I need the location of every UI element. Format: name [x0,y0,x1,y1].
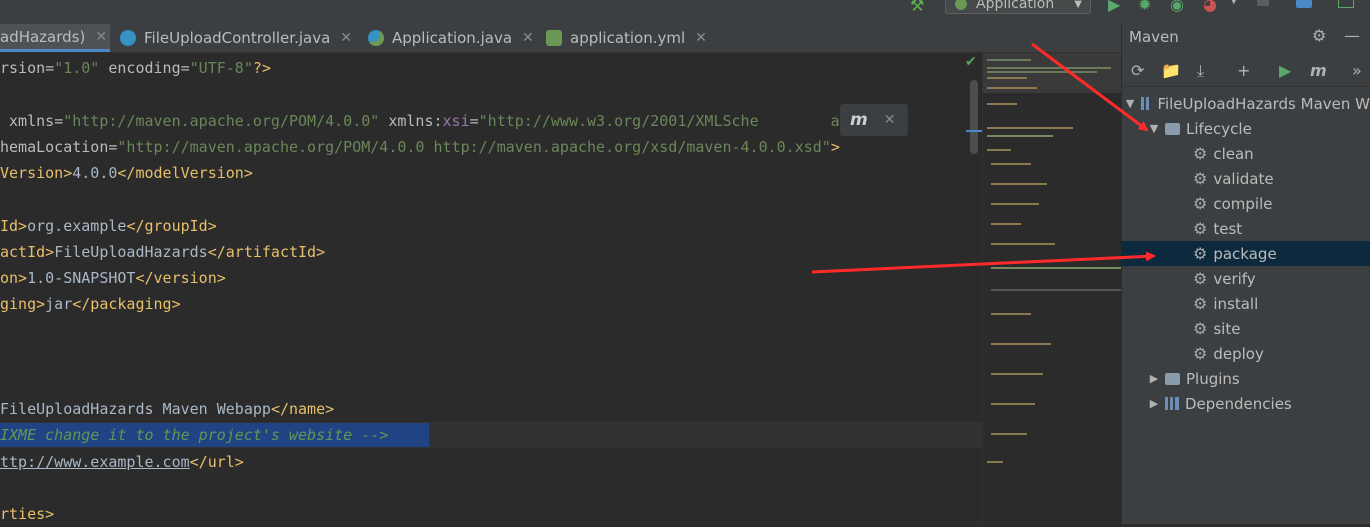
annotation-arrow-package [811,251,1156,274]
annotation-arrows [811,42,1156,274]
annotation-arrow-lifecycle [1031,42,1149,132]
